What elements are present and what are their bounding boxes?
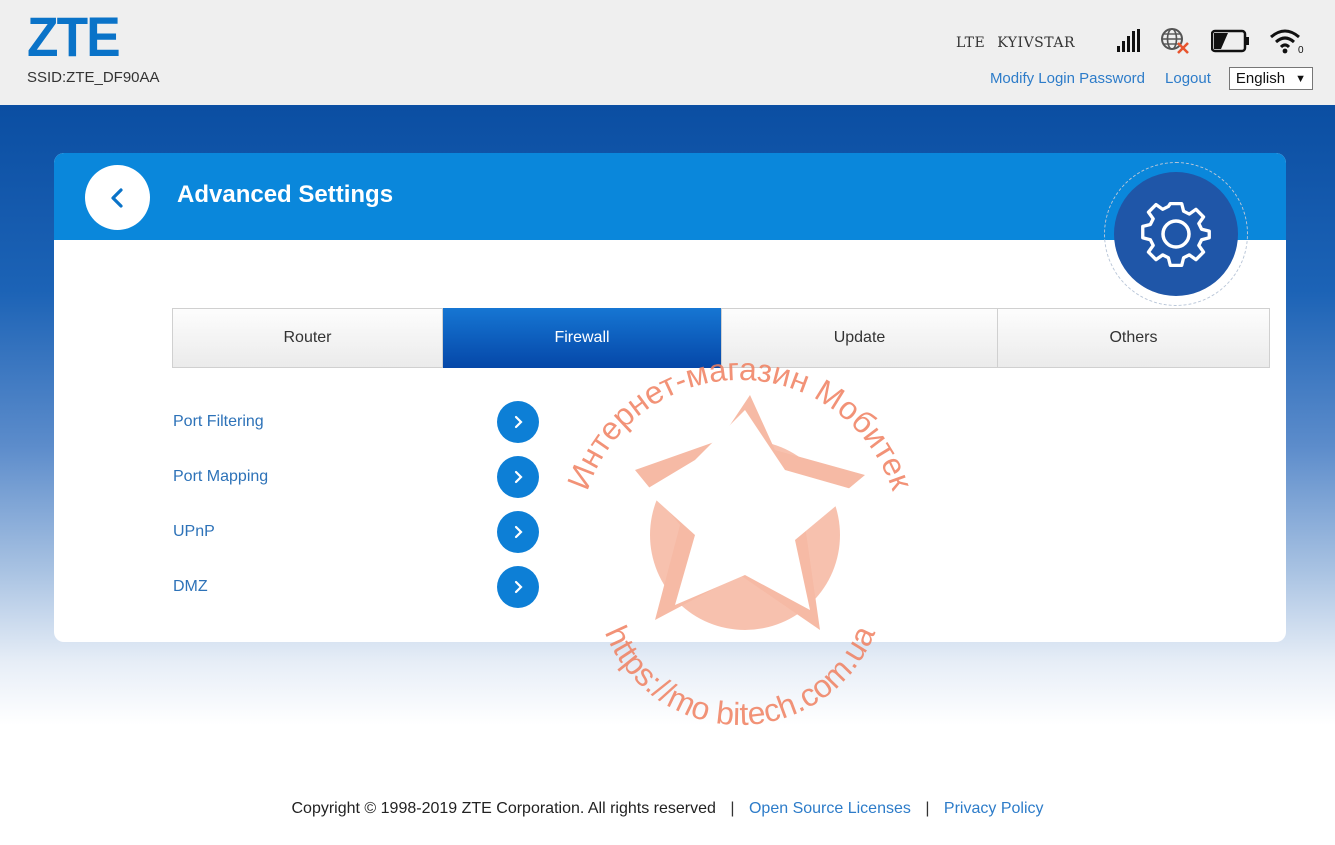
- chevron-right-icon[interactable]: [497, 511, 539, 553]
- menu-item-dmz[interactable]: DMZ: [173, 566, 543, 608]
- footer-separator: |: [925, 800, 930, 817]
- language-select[interactable]: English ▼: [1228, 67, 1313, 90]
- footer-separator: |: [730, 800, 735, 817]
- language-value: English: [1235, 70, 1286, 87]
- menu-item-port-filtering[interactable]: Port Filtering: [173, 401, 543, 443]
- operator-name: KYIVSTAR: [997, 35, 1075, 51]
- chevron-right-icon[interactable]: [497, 401, 539, 443]
- svg-text:0: 0: [1298, 45, 1304, 55]
- chevron-right-icon[interactable]: [497, 456, 539, 498]
- no-internet-globe-icon: [1159, 26, 1193, 61]
- gear-icon: [1114, 172, 1238, 296]
- menu-item-label[interactable]: Port Filtering: [173, 413, 497, 431]
- menu-item-label[interactable]: DMZ: [173, 578, 497, 596]
- network-type: LTE: [956, 35, 986, 51]
- top-header: ZTE SSID:ZTE_DF90AA LTE KYIVSTAR 0 Modif…: [0, 0, 1335, 105]
- status-bar: LTE KYIVSTAR 0: [956, 26, 1307, 61]
- settings-tabs: Router Firewall Update Others: [172, 308, 1270, 368]
- chevron-right-icon[interactable]: [497, 566, 539, 608]
- privacy-policy-link[interactable]: Privacy Policy: [944, 800, 1044, 817]
- copyright-text: Copyright © 1998-2019 ZTE Corporation. A…: [291, 800, 716, 817]
- tab-router[interactable]: Router: [173, 309, 443, 367]
- ssid-label: SSID:ZTE_DF90AA: [27, 69, 160, 86]
- menu-item-label[interactable]: Port Mapping: [173, 468, 497, 486]
- menu-item-label[interactable]: UPnP: [173, 523, 497, 541]
- dropdown-arrow-icon: ▼: [1295, 72, 1306, 85]
- tab-update[interactable]: Update: [722, 309, 998, 367]
- modify-login-password-link[interactable]: Modify Login Password: [990, 70, 1145, 87]
- menu-item-port-mapping[interactable]: Port Mapping: [173, 456, 543, 498]
- header-links: Modify Login Password Logout English ▼: [990, 67, 1313, 90]
- tab-others[interactable]: Others: [998, 309, 1269, 367]
- page-title: Advanced Settings: [177, 181, 394, 208]
- tab-firewall[interactable]: Firewall: [443, 308, 722, 368]
- battery-icon: [1210, 28, 1251, 59]
- logout-link[interactable]: Logout: [1165, 70, 1211, 87]
- signal-bars-icon: [1115, 28, 1141, 59]
- footer: Copyright © 1998-2019 ZTE Corporation. A…: [0, 800, 1335, 818]
- card-header: Advanced Settings: [54, 153, 1286, 240]
- settings-badge: [1104, 162, 1248, 306]
- open-source-licenses-link[interactable]: Open Source Licenses: [749, 800, 911, 817]
- zte-logo: ZTE: [27, 5, 121, 68]
- menu-item-upnp[interactable]: UPnP: [173, 511, 543, 553]
- chevron-left-icon: [110, 187, 123, 208]
- wifi-icon: 0: [1269, 27, 1307, 60]
- back-button[interactable]: [85, 165, 150, 230]
